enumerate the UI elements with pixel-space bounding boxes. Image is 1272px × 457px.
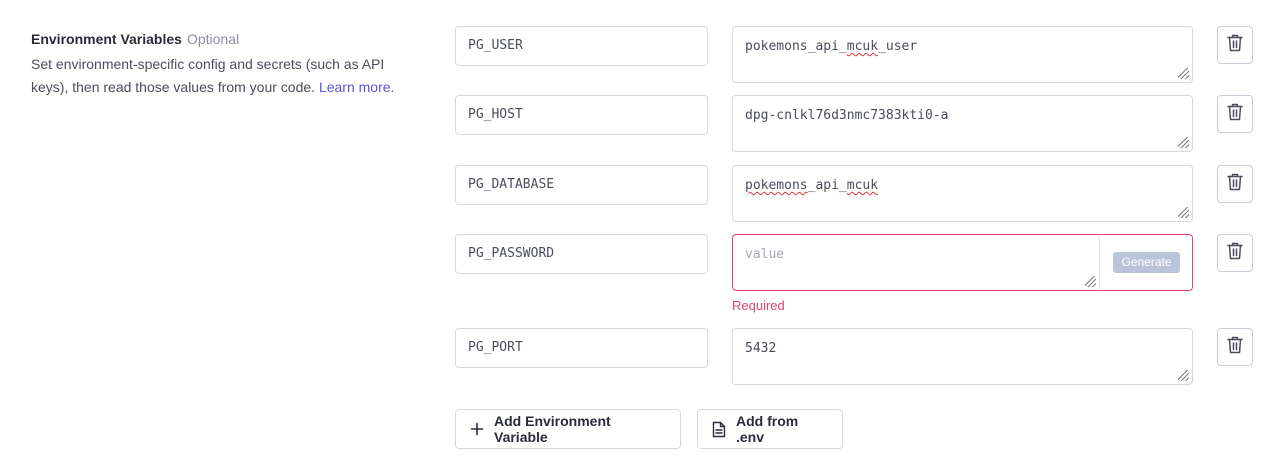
env-value-textarea[interactable]: pokemons_api_mcuk_user	[732, 26, 1193, 83]
env-value-text: dpg-cnlkl76d3nmc7383kti0-a	[745, 108, 949, 123]
env-value-placeholder: value	[745, 247, 785, 262]
resize-handle-icon[interactable]	[1085, 276, 1096, 287]
add-from-env-button[interactable]: Add from .env	[697, 409, 843, 449]
resize-handle-icon[interactable]	[1178, 370, 1189, 381]
optional-label: Optional	[186, 31, 240, 47]
add-environment-variable-button[interactable]: Add Environment Variable	[455, 409, 681, 449]
resize-handle-icon[interactable]	[1178, 137, 1189, 148]
file-icon	[712, 421, 726, 438]
delete-variable-button[interactable]	[1217, 328, 1253, 366]
env-vars-section: Environment Variables Optional Set enviro…	[0, 0, 1272, 457]
resize-handle-icon[interactable]	[1178, 207, 1189, 218]
env-key-input[interactable]: PG_HOST	[455, 95, 708, 135]
env-key-input[interactable]: PG_USER	[455, 26, 708, 66]
learn-more-link[interactable]: Learn more.	[319, 79, 394, 95]
delete-variable-button[interactable]	[1217, 234, 1253, 272]
delete-variable-button[interactable]	[1217, 95, 1253, 133]
trash-icon	[1226, 102, 1244, 127]
section-heading: Environment Variables Optional	[31, 30, 431, 48]
env-value-textarea[interactable]: dpg-cnlkl76d3nmc7383kti0-a	[732, 95, 1193, 152]
delete-variable-button[interactable]	[1217, 26, 1253, 64]
section-help-text: Set environment-specific config and secr…	[31, 53, 421, 99]
env-value-textarea[interactable]: value	[733, 235, 1100, 290]
trash-icon	[1226, 33, 1244, 58]
env-key-input[interactable]: PG_PORT	[455, 328, 708, 368]
resize-handle-icon[interactable]	[1178, 68, 1189, 79]
env-key-input[interactable]: PG_DATABASE	[455, 165, 708, 205]
env-value-text: pokemons_api_mcuk	[745, 178, 879, 193]
section-title: Environment Variables	[31, 31, 182, 47]
add-from-env-label: Add from .env	[736, 413, 799, 445]
add-environment-variable-label: Add Environment Variable	[494, 413, 611, 445]
generate-button[interactable]: Generate	[1113, 252, 1180, 273]
trash-icon	[1226, 241, 1244, 266]
env-value-text: 5432	[745, 341, 777, 356]
env-value-textarea[interactable]: 5432	[732, 328, 1193, 385]
trash-icon	[1226, 172, 1244, 197]
required-error-text: Required	[732, 298, 785, 313]
env-value-field-error: value Generate	[732, 234, 1193, 291]
section-description: Environment Variables Optional Set enviro…	[31, 30, 431, 99]
env-value-text: pokemons_api_mcuk_user	[745, 39, 918, 54]
plus-icon	[470, 422, 484, 436]
delete-variable-button[interactable]	[1217, 165, 1253, 203]
trash-icon	[1226, 335, 1244, 360]
env-value-textarea[interactable]: pokemons_api_mcuk	[732, 165, 1193, 222]
env-key-input[interactable]: PG_PASSWORD	[455, 234, 708, 274]
